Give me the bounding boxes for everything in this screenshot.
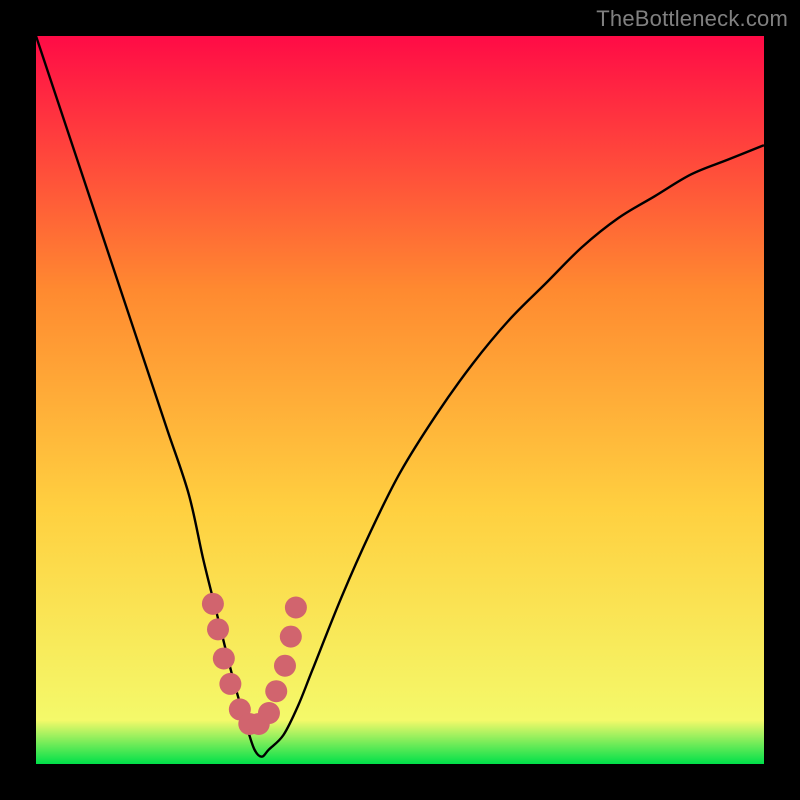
plot-background (36, 36, 764, 764)
watermark-text: TheBottleneck.com (596, 6, 788, 32)
bottleneck-chart (0, 0, 800, 800)
highlight-dot (258, 702, 280, 724)
highlight-dot (280, 626, 302, 648)
highlight-dot (219, 673, 241, 695)
highlight-dot (265, 680, 287, 702)
highlight-dot (207, 618, 229, 640)
highlight-dot (202, 593, 224, 615)
highlight-dot (274, 655, 296, 677)
chart-stage: TheBottleneck.com (0, 0, 800, 800)
highlight-dot (285, 596, 307, 618)
highlight-dot (213, 647, 235, 669)
